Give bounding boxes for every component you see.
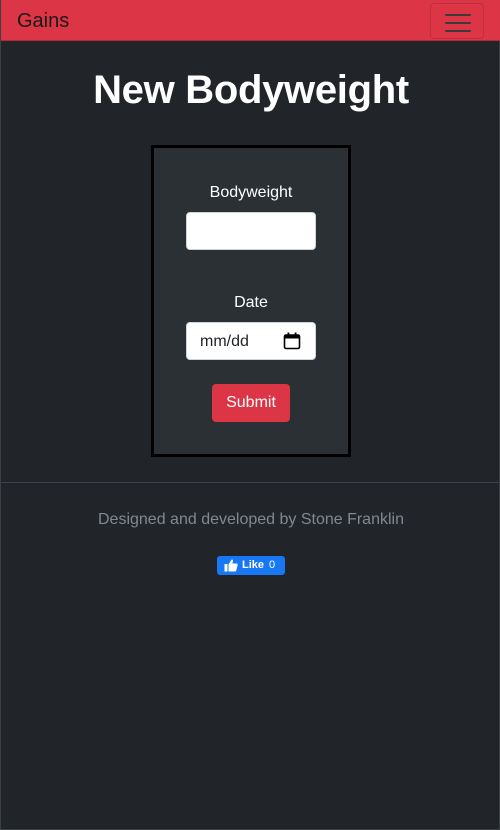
facebook-like-label: Like (242, 559, 265, 571)
bodyweight-input[interactable] (186, 212, 316, 250)
navbar-toggler-button[interactable] (430, 3, 484, 39)
thumbs-up-icon (224, 559, 238, 572)
navbar: Gains (1, 0, 500, 41)
page: Gains New Bodyweight Bodyweight Date mm/… (0, 0, 500, 830)
hamburger-menu-icon (445, 14, 471, 16)
bodyweight-label: Bodyweight (209, 184, 293, 201)
bodyweight-form: Bodyweight Date mm/dd Submit (151, 145, 351, 457)
footer-credit: Designed and developed by Stone Franklin (98, 511, 404, 528)
facebook-like-count: 0 (269, 559, 276, 571)
page-title: New Bodyweight (93, 68, 409, 112)
submit-button[interactable]: Submit (212, 384, 290, 422)
calendar-icon[interactable] (283, 332, 301, 350)
hamburger-menu-icon-bar (445, 30, 471, 32)
date-input[interactable]: mm/dd (186, 322, 316, 360)
navbar-brand[interactable]: Gains (17, 9, 69, 33)
date-input-value: mm/dd (200, 333, 249, 350)
footer-divider (1, 482, 500, 483)
date-label: Date (234, 294, 268, 311)
facebook-like-button[interactable]: Like 0 (217, 556, 285, 575)
hamburger-menu-icon-bar (445, 22, 471, 24)
